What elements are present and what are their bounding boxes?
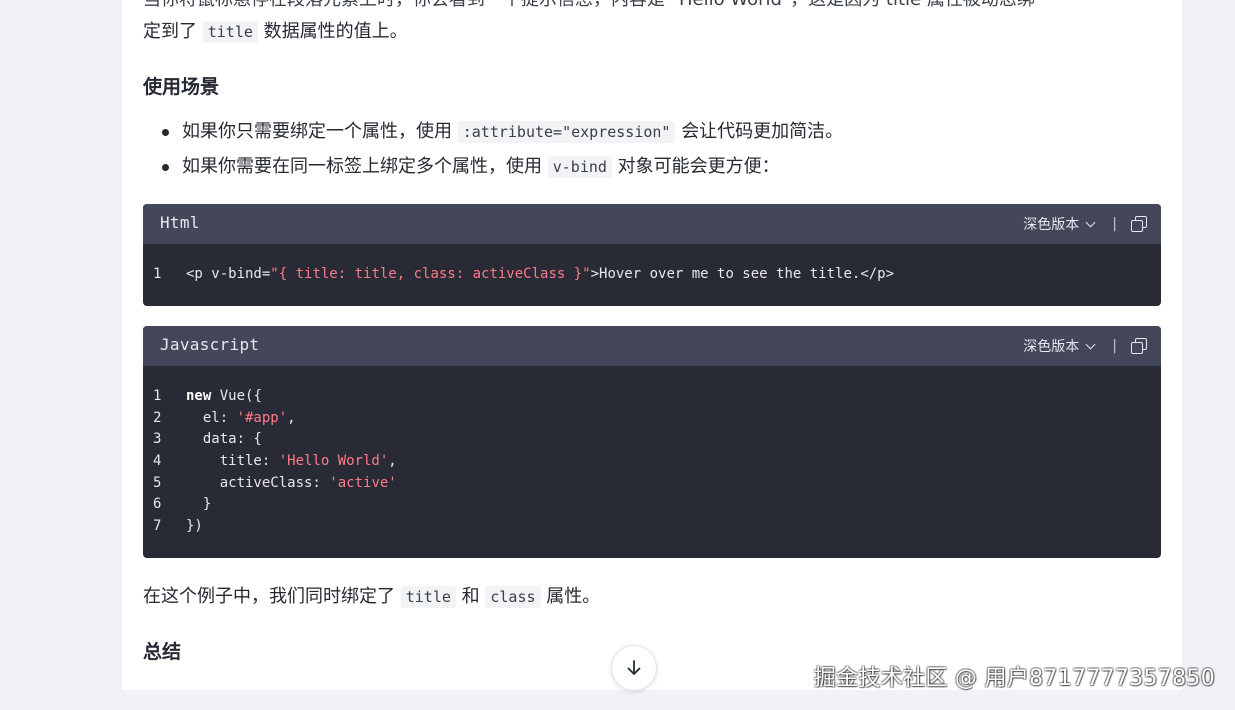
code-token: Vue({ [211,388,262,404]
code-token: el: [186,409,237,426]
inline-code: v-bind [547,156,612,178]
code-text: data: { [186,429,262,451]
paragraph-text: 属性。 [546,586,601,607]
line-number: 1 [153,266,162,282]
list-item-text: 如果你需要在同一标签上绑定多个属性，使用 [182,156,542,177]
chevron-down-icon [1085,339,1096,349]
heading-summary: 总结 [143,641,182,663]
string-token: 'active' [329,474,397,491]
code-line: 4 title: 'Hello World', [143,451,1161,473]
list-item: 如果你需要在同一标签上绑定多个属性，使用 v-bind 对象可能会更方便： [143,153,843,188]
theme-dropdown[interactable]: 深色版本 [1023,214,1096,234]
line-number: 5 [153,474,162,491]
code-language-label: Html [160,213,200,232]
string-token: '#app' [236,409,288,426]
watermark: 掘金技术社区 @ 用户8717777357850 [813,666,1215,691]
line-number: 1 [153,388,162,404]
code-token: }) [186,518,203,535]
inline-code: class [485,586,541,608]
code-text: }) [186,516,203,538]
code-line: 7}) [143,516,1161,538]
code-block-toolbar: 深色版本 | [1023,214,1147,234]
list-item: 如果你只需要绑定一个属性，使用 :attribute="expression" … [143,118,843,153]
code-block-javascript: Javascript 深色版本 | 1 new Vue({2 el: '#app'… [143,326,1161,558]
code-token: data: { [186,431,262,448]
theme-label: 深色版本 [1023,339,1080,355]
string-token: 'Hello World' [278,453,389,470]
list-item-text: 如果你只需要绑定一个属性，使用 [182,121,452,142]
code-text: el: '#app', [186,408,296,430]
code-content: 1 new Vue({2 el: '#app', 3 data: {4 title:… [143,366,1161,538]
code-line: 3 data: { [143,429,1161,451]
intro-text-after: 数据属性的值上。 [263,21,408,42]
string-token: "{ title: title, class: activeClass }" [270,266,591,282]
inline-code: title [400,586,456,608]
article-content: 当你将鼠标悬停在段落元素上时，你会看到一个提示信息，内容是 "Hello Wor… [122,0,1182,690]
code-block-header: Javascript 深色版本 | [143,326,1161,366]
toolbar-divider: | [1112,216,1117,232]
copy-icon[interactable] [1131,338,1147,354]
intro-text-before: 定到了 [143,21,197,42]
use-case-list: 如果你只需要绑定一个属性，使用 :attribute="expression" … [143,118,843,188]
keyword-token: new [186,388,212,404]
code-line: 1 <p v-bind="{ title: title, class: activ… [143,264,1161,286]
intro-paragraph-cut: 当你将鼠标悬停在段落元素上时，你会看到一个提示信息，内容是 "Hello Wor… [143,0,1035,14]
code-text: } [186,494,211,516]
code-token: title: [186,453,279,470]
scroll-down-button[interactable] [611,645,657,691]
heading-use-cases: 使用场景 [143,76,220,98]
code-block-toolbar: 深色版本 | [1023,336,1147,356]
arrow-down-icon [627,660,641,675]
code-token: activeClass: [186,474,330,491]
theme-label: 深色版本 [1023,217,1080,233]
summary-paragraph: 在这个例子中，我们同时绑定了 title 和 class 属性。 [143,583,600,611]
list-item-text: 对象可能会更方便： [617,156,780,177]
code-text: title: 'Hello World', [186,451,397,473]
line-number: 6 [153,496,162,513]
code-line: 6 } [143,494,1161,516]
chevron-down-icon [1085,217,1096,227]
copy-icon[interactable] [1131,216,1147,232]
code-line: 2 el: '#app', [143,408,1161,430]
code-token: , [287,409,296,426]
line-number: 2 [153,409,162,426]
code-token: } [186,496,212,513]
inline-code: :attribute="expression" [457,121,676,143]
list-item-text: 会让代码更加简洁。 [681,121,844,142]
code-language-label: Javascript [160,335,260,354]
line-number: 3 [153,431,162,448]
code-text: activeClass: 'active' [186,473,397,495]
code-line: 5 activeClass: 'active' [143,473,1161,495]
toolbar-divider: | [1112,338,1117,354]
intro-paragraph: 定到了 title 数据属性的值上。 [143,18,408,46]
code-token: , [388,453,397,470]
inline-code: title [202,21,258,43]
code-line: 1 new Vue({ [143,386,1161,408]
paragraph-text: 和 [461,586,480,607]
code-content: 1 <p v-bind="{ title: title, class: activ… [143,244,1161,286]
line-number: 4 [153,453,162,470]
code-block-header: Html 深色版本 | [143,204,1161,244]
paragraph-text: 在这个例子中，我们同时绑定了 [143,586,395,607]
line-number: 7 [153,518,162,535]
code-text: new Vue({ [186,386,262,408]
theme-dropdown[interactable]: 深色版本 [1023,336,1096,356]
code-block-html: Html 深色版本 | 1 <p v-bind="{ title: title, … [143,204,1161,306]
code-token: <p v-bind= [186,266,271,282]
code-text: <p v-bind="{ title: title, class: active… [186,264,894,286]
code-token: >Hover over me to see the title.</p> [590,266,895,282]
